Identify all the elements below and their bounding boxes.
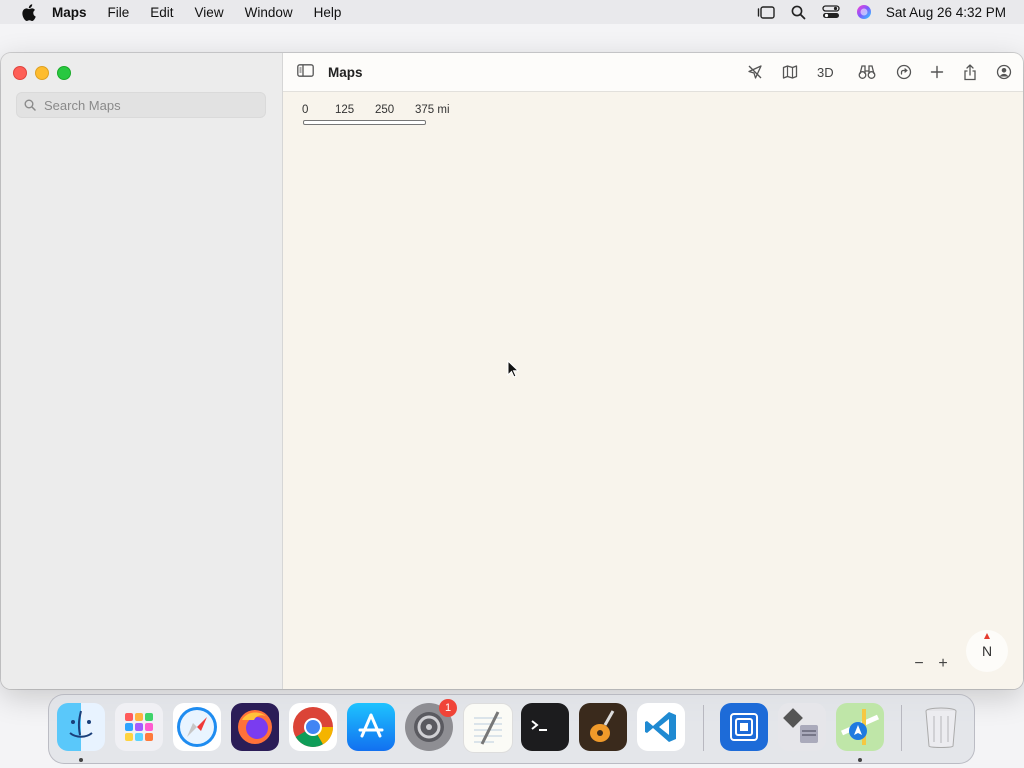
map-mode-icon[interactable] xyxy=(782,63,798,81)
three-d-button[interactable]: 3D xyxy=(817,63,834,81)
sidebar-toggle-icon[interactable] xyxy=(297,64,314,82)
search-input[interactable] xyxy=(42,96,246,114)
trash-icon[interactable] xyxy=(917,703,965,751)
finder-running-indicator xyxy=(79,758,83,762)
share-icon[interactable] xyxy=(963,63,977,81)
window-controls xyxy=(13,66,79,80)
vscode-icon[interactable] xyxy=(637,703,685,751)
safari-icon[interactable] xyxy=(173,703,221,751)
apple-menu-icon[interactable] xyxy=(18,2,38,22)
spotlight-search-icon[interactable] xyxy=(791,5,806,20)
dock-separator xyxy=(901,705,902,751)
control-center-icon[interactable] xyxy=(822,5,840,19)
system-settings-icon[interactable]: 1 xyxy=(405,699,457,751)
menu-view[interactable]: View xyxy=(195,5,224,20)
account-icon[interactable] xyxy=(996,63,1012,81)
sidebar xyxy=(1,53,283,689)
compass-label: N xyxy=(981,643,993,659)
scale-label: 0 xyxy=(302,104,309,116)
maps-icon[interactable] xyxy=(836,703,884,751)
search-icon xyxy=(24,99,36,111)
zoom-in-button[interactable]: + xyxy=(931,655,955,673)
scale-label: 250 xyxy=(375,104,395,116)
menu-help[interactable]: Help xyxy=(314,5,342,20)
garageband-icon[interactable] xyxy=(579,703,627,751)
boot-camp-icon[interactable] xyxy=(778,703,826,751)
add-icon[interactable] xyxy=(930,63,944,81)
search-field[interactable] xyxy=(16,92,266,118)
menu-bar: Maps File Edit View Window Help Sat Aug … xyxy=(0,0,1024,24)
finder-icon[interactable] xyxy=(57,703,105,751)
menu-edit[interactable]: Edit xyxy=(150,5,173,20)
look-around-binoculars-icon[interactable] xyxy=(858,63,876,81)
firefox-icon[interactable] xyxy=(231,703,279,751)
menu-window[interactable]: Window xyxy=(245,5,293,20)
compass-needle-icon xyxy=(984,633,990,639)
menu-file[interactable]: File xyxy=(108,5,130,20)
scale-label: 375 mi xyxy=(415,104,450,116)
location-off-icon[interactable] xyxy=(747,63,763,81)
window-title: Maps xyxy=(328,65,363,80)
remote-desktop-icon[interactable] xyxy=(720,703,768,751)
dock-separator xyxy=(703,705,704,751)
close-button[interactable] xyxy=(13,66,27,80)
scale-bar xyxy=(303,120,426,125)
terminal-icon[interactable] xyxy=(521,703,569,751)
toolbar: Maps 3D xyxy=(283,53,1023,92)
scale-label: 125 xyxy=(335,104,355,116)
stage-manager-icon[interactable] xyxy=(757,5,775,19)
map-canvas[interactable]: 0 125 250 375 mi − + N xyxy=(283,92,1023,689)
menu-clock[interactable]: Sat Aug 26 4:32 PM xyxy=(886,5,1006,20)
textedit-icon[interactable] xyxy=(463,703,513,753)
compass[interactable]: N xyxy=(966,630,1008,672)
mouse-cursor-icon xyxy=(507,359,520,383)
siri-icon[interactable] xyxy=(856,4,872,20)
maps-running-indicator xyxy=(858,758,862,762)
launchpad-icon[interactable] xyxy=(115,703,163,751)
chrome-icon[interactable] xyxy=(289,703,337,751)
menu-app-name[interactable]: Maps xyxy=(52,5,87,20)
notification-badge: 1 xyxy=(439,699,457,717)
directions-icon[interactable] xyxy=(896,63,912,81)
app-store-icon[interactable] xyxy=(347,703,395,751)
dock: 1 xyxy=(48,694,975,764)
zoom-controls: − + xyxy=(907,655,955,673)
fullscreen-button[interactable] xyxy=(57,66,71,80)
minimize-button[interactable] xyxy=(35,66,49,80)
zoom-out-button[interactable]: − xyxy=(907,655,931,673)
